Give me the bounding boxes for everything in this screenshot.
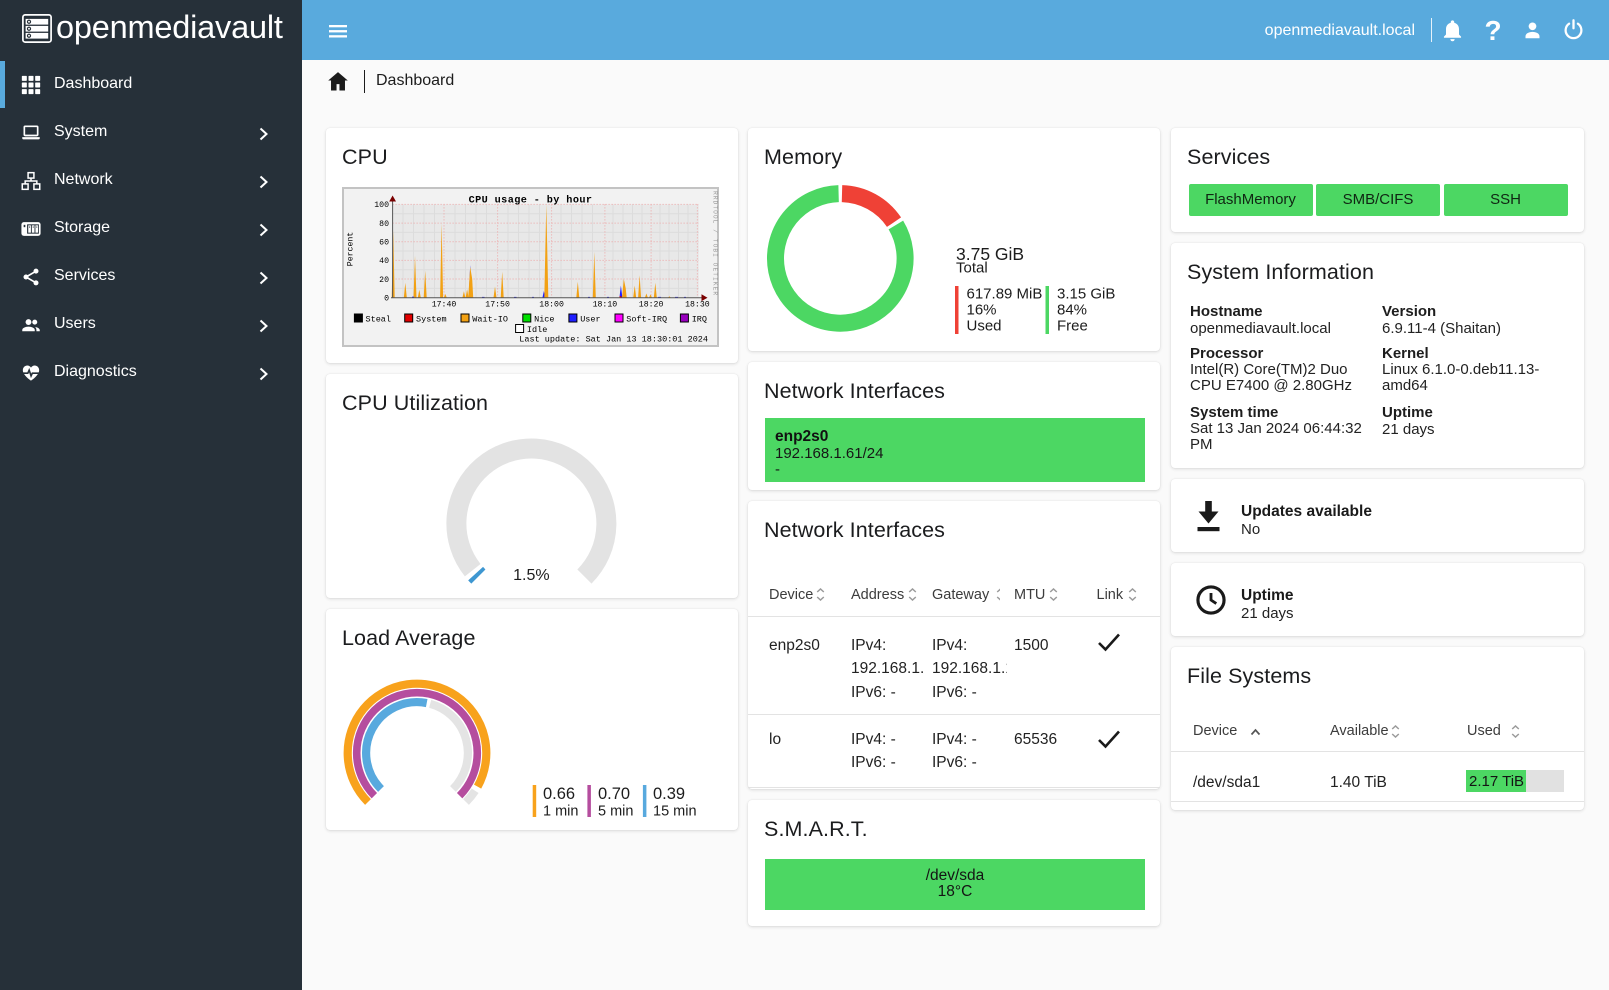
svg-text:System: System xyxy=(416,315,447,325)
svg-text:Free: Free xyxy=(1057,318,1088,335)
svg-text:617.89 MiB: 617.89 MiB xyxy=(967,286,1043,303)
svg-text:1 min: 1 min xyxy=(543,804,578,820)
svg-text:5 min: 5 min xyxy=(598,804,633,820)
svg-text:1.5%: 1.5% xyxy=(513,567,549,584)
svg-text:RRDTOOL / TOBI OETIKER: RRDTOOL / TOBI OETIKER xyxy=(712,191,719,296)
svg-text:100: 100 xyxy=(374,201,389,210)
svg-text:0: 0 xyxy=(384,295,389,304)
svg-text:15 min: 15 min xyxy=(653,804,697,820)
svg-text:18:00: 18:00 xyxy=(539,300,564,309)
svg-text:Percent: Percent xyxy=(347,232,356,266)
svg-text:17:50: 17:50 xyxy=(485,300,510,309)
svg-text:0.39: 0.39 xyxy=(653,785,685,803)
svg-text:60: 60 xyxy=(379,239,389,248)
svg-text:CPU usage - by hour: CPU usage - by hour xyxy=(469,194,593,206)
svg-text:0.70: 0.70 xyxy=(598,785,630,803)
svg-text:18:30: 18:30 xyxy=(685,300,710,309)
svg-text:18:10: 18:10 xyxy=(593,300,618,309)
svg-text:Nice: Nice xyxy=(534,315,554,325)
svg-text:80: 80 xyxy=(379,220,389,229)
svg-text:Steal: Steal xyxy=(366,315,392,325)
svg-text:18:20: 18:20 xyxy=(639,300,664,309)
svg-text:84%: 84% xyxy=(1057,302,1087,319)
svg-text:Used: Used xyxy=(967,318,1002,335)
svg-text:0.66: 0.66 xyxy=(543,785,575,803)
svg-text:16%: 16% xyxy=(967,302,997,319)
svg-text:20: 20 xyxy=(379,276,389,285)
svg-text:User: User xyxy=(580,315,600,325)
svg-text:Idle: Idle xyxy=(527,325,547,335)
svg-text:Last update: Sat Jan 13 18:30:: Last update: Sat Jan 13 18:30:01 2024 xyxy=(519,335,708,345)
svg-text:17:40: 17:40 xyxy=(432,300,457,309)
svg-text:Total: Total xyxy=(956,260,988,277)
svg-text:IRQ: IRQ xyxy=(692,315,707,325)
svg-text:Wait-IO: Wait-IO xyxy=(472,315,508,325)
svg-text:Soft-IRQ: Soft-IRQ xyxy=(626,315,667,325)
svg-text:3.15 GiB: 3.15 GiB xyxy=(1057,286,1115,303)
svg-text:40: 40 xyxy=(379,257,389,266)
